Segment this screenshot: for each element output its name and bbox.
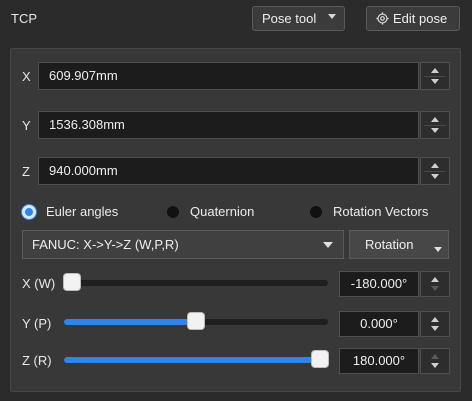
panel-title: TCP <box>11 11 37 26</box>
header: TCP Pose tool Edit pose <box>0 0 472 38</box>
x-label: X <box>22 69 31 84</box>
w-angle-input[interactable]: -180.000° <box>339 271 419 297</box>
radio-rotation-vectors[interactable]: Rotation Vectors <box>309 204 428 219</box>
chevron-down-icon <box>434 247 442 252</box>
x-position-input[interactable]: 609.907mm <box>38 62 419 90</box>
y-position-input[interactable]: 1536.308mm <box>38 111 419 139</box>
slider-label-p: Y (P) <box>22 316 52 331</box>
x-spinbox[interactable] <box>420 62 450 90</box>
r-angle-input[interactable]: 180.000° <box>339 348 419 374</box>
increment-icon[interactable] <box>431 317 439 322</box>
radio-label: Quaternion <box>190 204 255 219</box>
edit-pose-label: Edit pose <box>393 11 448 26</box>
increment-icon[interactable] <box>431 68 439 73</box>
slider-fill <box>64 319 196 325</box>
increment-icon[interactable] <box>431 117 439 122</box>
slider-track-w[interactable] <box>64 274 328 290</box>
slider-track-r[interactable] <box>64 351 328 367</box>
increment-icon[interactable] <box>431 163 439 168</box>
radio-quaternion[interactable]: Quaternion <box>166 204 254 219</box>
z-position-input[interactable]: 940.000mm <box>38 157 419 185</box>
decrement-icon[interactable] <box>431 79 439 84</box>
radio-label: Euler angles <box>46 204 119 219</box>
decrement-icon[interactable] <box>431 326 439 331</box>
z-label: Z <box>22 164 30 179</box>
pose-tool-label: Pose tool <box>262 11 317 26</box>
rotation-dropdown-button[interactable]: Rotation <box>349 230 449 259</box>
decrement-icon[interactable] <box>431 174 439 179</box>
pose-tool-dropdown[interactable]: Pose tool <box>252 6 345 31</box>
slider-track-p[interactable] <box>64 313 328 329</box>
slider-thumb[interactable] <box>312 351 328 367</box>
chevron-down-icon <box>328 14 336 19</box>
radio-selected-icon <box>22 204 36 219</box>
radio-unselected-icon <box>309 204 323 219</box>
radio-unselected-icon <box>166 204 180 219</box>
y-label: Y <box>22 118 31 133</box>
slider-thumb[interactable] <box>188 313 204 329</box>
p-spinbox[interactable] <box>420 311 450 337</box>
w-spinbox[interactable] <box>420 271 450 297</box>
z-spinbox[interactable] <box>420 157 450 185</box>
euler-convention-dropdown[interactable]: FANUC: X->Y->Z (W,P,R) <box>22 230 344 259</box>
decrement-icon[interactable] <box>431 128 439 133</box>
orientation-mode-group: Euler angles Quaternion Rotation Vectors <box>22 204 462 224</box>
rotation-label: Rotation <box>365 237 414 252</box>
slider-thumb[interactable] <box>64 274 80 290</box>
gear-icon <box>376 12 389 25</box>
slider-label-w: X (W) <box>22 276 56 291</box>
slider-fill <box>64 357 320 363</box>
decrement-icon[interactable] <box>431 363 439 368</box>
r-spinbox[interactable] <box>420 348 450 374</box>
p-angle-input[interactable]: 0.000° <box>339 311 419 337</box>
convention-label: FANUC: X->Y->Z (W,P,R) <box>32 237 179 252</box>
y-spinbox[interactable] <box>420 111 450 139</box>
slider-label-r: Z (R) <box>22 353 52 368</box>
radio-euler-angles[interactable]: Euler angles <box>22 204 118 219</box>
edit-pose-button[interactable]: Edit pose <box>366 6 460 31</box>
decrement-icon[interactable] <box>431 286 439 291</box>
increment-icon[interactable] <box>431 354 439 359</box>
increment-icon[interactable] <box>431 277 439 282</box>
chevron-down-icon <box>323 242 333 248</box>
radio-label: Rotation Vectors <box>333 204 429 219</box>
